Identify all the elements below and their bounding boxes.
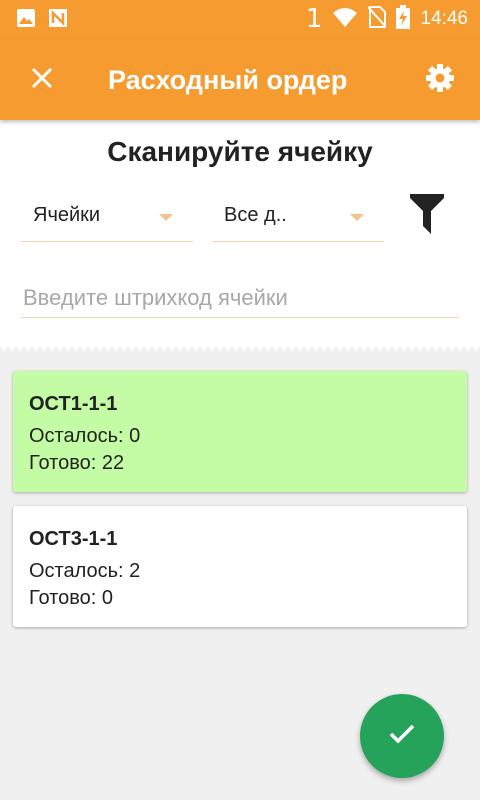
settings-button[interactable]	[420, 60, 460, 100]
gear-icon	[425, 63, 455, 98]
filter-button[interactable]	[404, 193, 450, 239]
cell-code: ОСТ3-1-1	[29, 528, 118, 550]
confirm-button[interactable]	[360, 694, 444, 778]
status-time: 14:46	[420, 8, 468, 29]
app-bar: Расходный ордер	[0, 38, 480, 120]
all-dropdown-label: Все д..	[224, 204, 287, 226]
scan-panel: Сканируйте ячейку Ячейки Все д..	[0, 120, 480, 346]
chevron-down-icon	[159, 214, 173, 221]
cell-remaining: Осталось: 2	[29, 560, 141, 582]
page-title: Расходный ордер	[108, 65, 348, 95]
n-icon	[48, 8, 68, 33]
image-icon	[16, 8, 36, 33]
status-bar: 1 14:46	[0, 0, 480, 38]
cell-card[interactable]: ОСТ1-1-1 Осталось: 0 Готово: 22	[13, 371, 467, 492]
filter-icon	[410, 193, 444, 239]
cell-card[interactable]: ОСТ3-1-1 Осталось: 2 Готово: 0	[13, 506, 467, 627]
cell-code: ОСТ1-1-1	[29, 393, 118, 415]
cell-ready: Готово: 22	[29, 452, 125, 474]
cell-remaining: Осталось: 0	[29, 425, 141, 447]
close-button[interactable]	[24, 62, 60, 98]
barcode-input[interactable]	[21, 278, 459, 318]
all-dropdown[interactable]: Все д..	[212, 198, 384, 242]
close-icon	[31, 67, 53, 94]
panel-edge	[0, 338, 480, 352]
cell-ready: Готово: 0	[29, 587, 113, 609]
cells-dropdown[interactable]: Ячейки	[21, 198, 193, 242]
cells-dropdown-label: Ячейки	[33, 204, 101, 226]
wifi-icon	[332, 6, 358, 33]
sim-slot-label: 1	[305, 4, 323, 34]
battery-charging-icon	[396, 4, 411, 34]
chevron-down-icon	[350, 214, 364, 221]
check-icon	[387, 722, 417, 751]
scan-heading: Сканируйте ячейку	[107, 136, 373, 167]
no-sim-icon	[367, 5, 388, 33]
